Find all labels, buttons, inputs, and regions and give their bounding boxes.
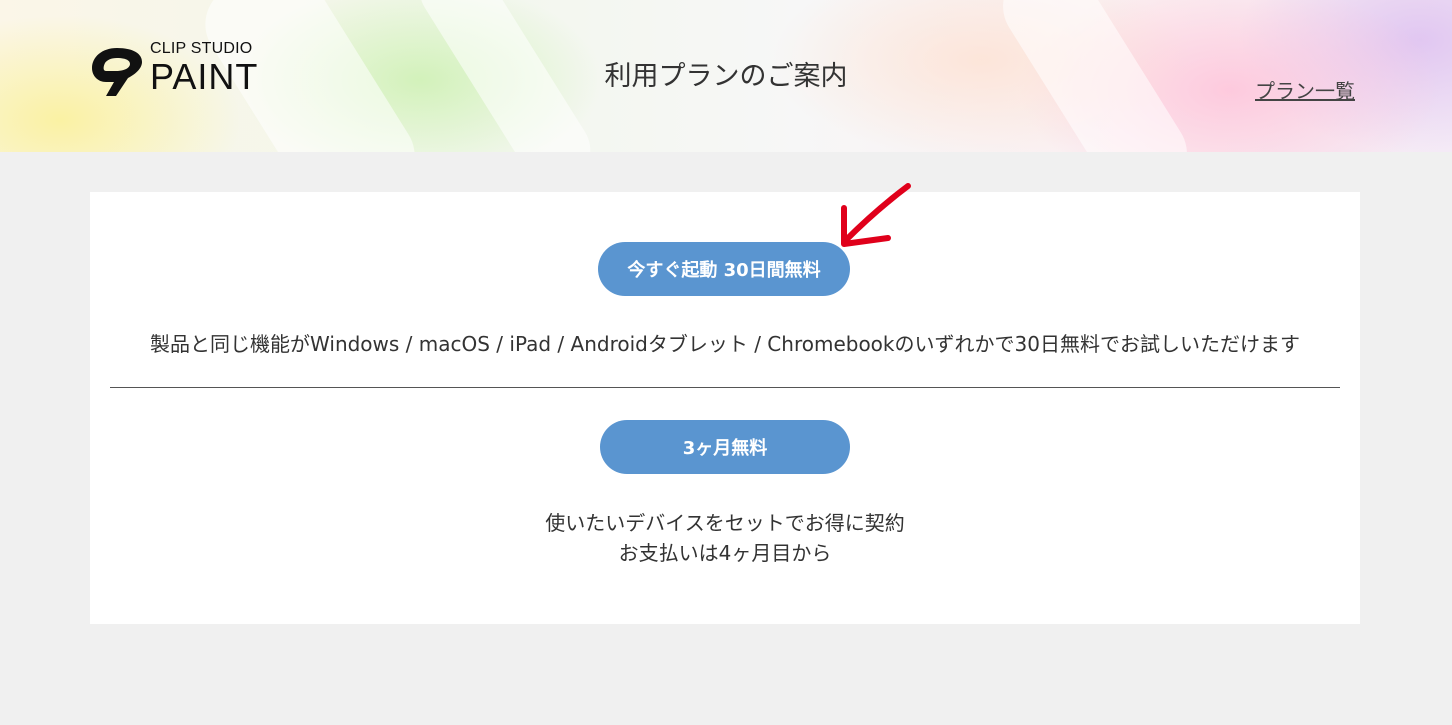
red-arrow-icon (841, 183, 911, 247)
divider (110, 387, 1340, 388)
plan-list-link[interactable]: プラン一覧 (1255, 75, 1355, 104)
page-title: 利用プランのご案内 (604, 61, 848, 92)
start-trial-button[interactable]: 今すぐ起動 30日間無料 (598, 242, 850, 296)
three-month-description-line1: 使いたいデバイスをセットでお得に契約 (545, 511, 905, 535)
three-month-free-button[interactable]: 3ヶ月無料 (600, 420, 850, 474)
plan-card: 今すぐ起動 30日間無料 製品と同じ機能がWindows / macOS / i… (90, 192, 1360, 624)
header-banner: CLIP STUDIO PAINT 利用プランのご案内 プラン一覧 (0, 0, 1452, 152)
trial-description: 製品と同じ機能がWindows / macOS / iPad / Android… (150, 332, 1300, 356)
three-month-description-line2: お支払いは4ヶ月目から (618, 541, 832, 565)
